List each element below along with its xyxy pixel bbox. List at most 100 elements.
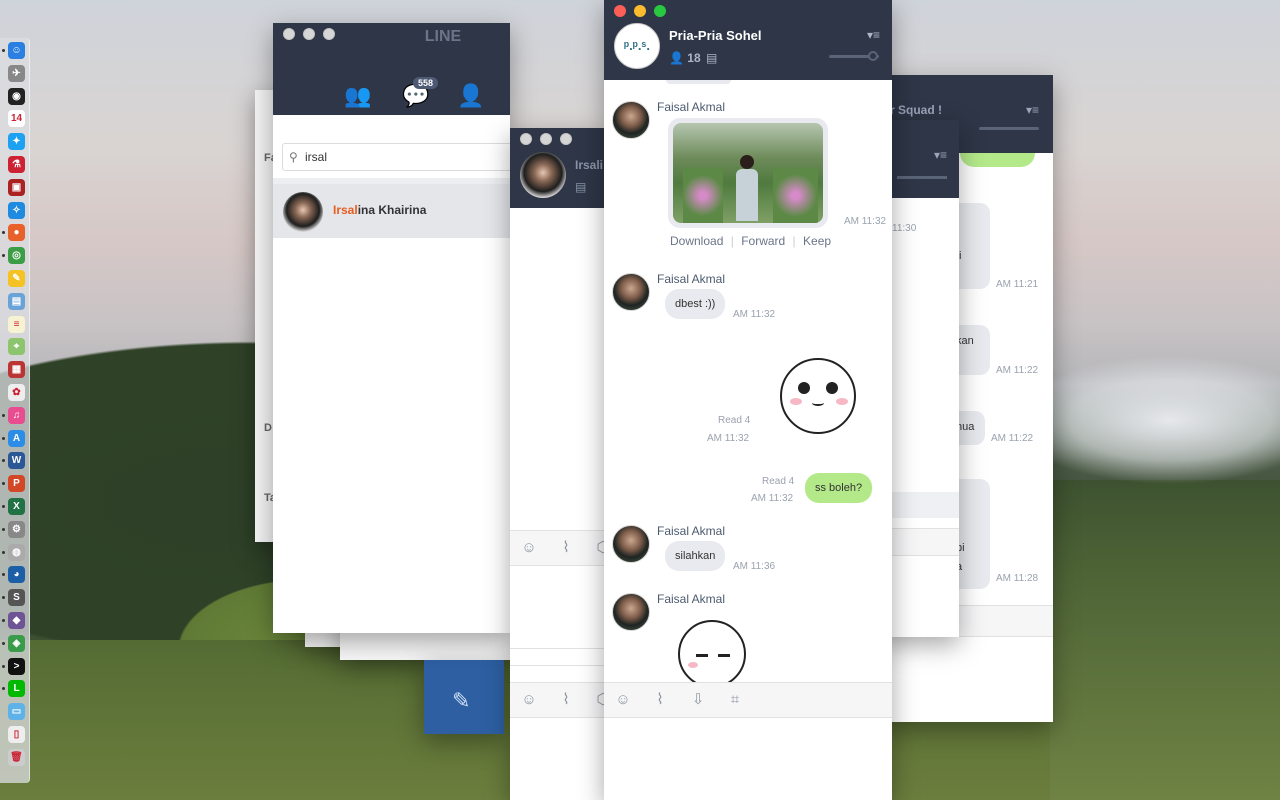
document-icon[interactable]: ▯ — [8, 726, 25, 743]
photo-booth-icon[interactable]: ▣ — [8, 178, 25, 196]
sender-avatar[interactable] — [612, 593, 650, 631]
line-main-window[interactable]: LINE 👥 💬558 👤 ⚲ irsal Friends (1) Irsali… — [273, 23, 510, 633]
message-time: AM 11:22 — [996, 365, 1039, 376]
firefox-icon[interactable]: ● — [8, 224, 25, 242]
message-bubble[interactable]: dbest :)) — [665, 289, 726, 319]
itunes-icon[interactable]: ♫ — [8, 406, 25, 424]
compose-window[interactable]: ✎ — [424, 660, 504, 734]
instruments-icon[interactable]: ⚗ — [8, 156, 25, 173]
attach-icon[interactable]: ⌇ — [651, 691, 669, 709]
notes-icon[interactable]: ≡ — [8, 315, 25, 333]
running-indicator — [2, 436, 5, 440]
screenshot-icon[interactable]: ⌗ — [726, 691, 744, 709]
emoji-icon[interactable]: ☺ — [520, 691, 538, 709]
running-indicator — [2, 459, 5, 463]
menu-icon[interactable]: ▾≡ — [1026, 103, 1039, 117]
close-button[interactable] — [520, 133, 532, 145]
sender-avatar[interactable] — [612, 273, 650, 311]
dashboard-icon[interactable]: ◉ — [8, 87, 25, 105]
powerpoint-icon[interactable]: P — [8, 475, 25, 493]
message-time: AM 11:32 — [707, 433, 750, 444]
line-icon[interactable]: L — [8, 680, 25, 698]
attach-icon[interactable]: ⌇ — [557, 691, 575, 709]
add-friend-tab-icon[interactable]: 👤 — [456, 83, 486, 113]
excel-icon[interactable]: X — [8, 498, 25, 515]
friends-tab-icon[interactable]: 👥 — [343, 83, 373, 113]
notes-icon[interactable]: ▤ — [575, 180, 586, 194]
twitter-icon[interactable]: ✦ — [8, 133, 25, 151]
middle-chat-window[interactable]: Irsali ▤ ☺ ⌇ ⬡ ☺ ⌇ ⬡ — [510, 128, 605, 800]
members-icon: 👤 — [669, 51, 684, 65]
menu-icon[interactable]: ▾≡ — [867, 28, 880, 42]
word-icon[interactable]: W — [8, 452, 25, 470]
terminal-icon[interactable]: > — [8, 657, 25, 675]
safari-icon[interactable]: ✧ — [8, 201, 25, 219]
tweetbot-icon[interactable]: ◕ — [8, 566, 25, 584]
sender-name: Faisal Akmal — [657, 100, 726, 114]
trash-icon[interactable]: 🗑 — [8, 748, 25, 766]
image-message[interactable] — [668, 118, 828, 228]
sticker-message[interactable] — [678, 620, 746, 688]
window-controls[interactable] — [520, 133, 572, 145]
sourcetree-icon[interactable]: ◈ — [8, 634, 25, 652]
disk-utility-icon[interactable]: ◍ — [8, 543, 25, 561]
notes-icon[interactable]: ▤ — [706, 51, 717, 65]
emoji-icon[interactable]: ☺ — [520, 539, 538, 557]
running-indicator — [2, 413, 5, 417]
running-indicator — [2, 550, 5, 554]
sender-avatar[interactable] — [612, 101, 650, 139]
search-input[interactable]: ⚲ irsal — [282, 143, 510, 171]
calendar-icon[interactable]: 14 — [8, 110, 25, 128]
app-store-icon[interactable]: A — [8, 429, 25, 447]
image-actions: Download | Forward | Keep — [670, 234, 832, 248]
friend-row[interactable]: Irsalina Khairina — [273, 184, 510, 238]
zoom-button[interactable] — [654, 5, 666, 17]
forward-link[interactable]: Forward — [741, 234, 785, 248]
finder-icon[interactable]: ☺ — [8, 42, 25, 59]
zoom-button[interactable] — [560, 133, 572, 145]
group-avatar[interactable]: ᵖ.ᵖ.ˢ. — [614, 23, 660, 69]
keep-icon[interactable]: ⇩ — [689, 691, 707, 709]
close-button[interactable] — [614, 5, 626, 17]
chats-tab-icon[interactable]: 💬 558 — [401, 77, 439, 113]
group-chat-window[interactable]: ᵖ.ᵖ.ˢ. Pria-Pria Sohel 👤 18 ▤ ▾≡ Faisal … — [604, 0, 892, 800]
keep-link[interactable]: Keep — [803, 234, 831, 248]
menu-icon[interactable]: ▾≡ — [934, 148, 947, 162]
message-time: AM 11:32 — [733, 309, 776, 320]
fog-bank — [1050, 300, 1280, 500]
folder-icon[interactable]: ▭ — [8, 703, 25, 721]
tips-icon[interactable]: ✎ — [8, 270, 25, 287]
message-input[interactable] — [604, 718, 892, 800]
photos-icon[interactable]: ✿ — [8, 384, 25, 401]
system-preferences-icon[interactable]: ⚙ — [8, 520, 25, 538]
launchpad-icon[interactable]: ✈ — [8, 64, 25, 82]
running-indicator — [2, 641, 5, 645]
window-controls[interactable] — [614, 5, 666, 17]
message-bubble[interactable]: ss boleh? — [805, 473, 873, 503]
sublime-text-icon[interactable]: S — [8, 589, 25, 607]
download-link[interactable]: Download — [670, 234, 723, 248]
dock: ☺ ✈ ◉ 14 ✦ ⚗ ▣ ✧ ● ◎ ✎ ▤ ≡ ⌖ ▦ ✿ ♫ A W P X ⚙ ◍ ◕ S ◆ ◈ > L ▭ ▯ 🗑 — [0, 38, 30, 783]
github-icon[interactable]: ◆ — [8, 612, 25, 629]
preview-icon[interactable]: ▤ — [8, 292, 25, 310]
message-time: AM 11:36 — [733, 561, 776, 572]
emoji-icon[interactable]: ☺ — [614, 691, 632, 709]
sender-name: Faisal Akmal — [657, 524, 726, 538]
sticker-message[interactable] — [780, 358, 856, 434]
slider-knob[interactable] — [868, 51, 878, 61]
sender-avatar[interactable] — [612, 525, 650, 563]
attach-icon[interactable]: ⌇ — [557, 539, 575, 557]
photo-icon[interactable]: ▦ — [8, 361, 25, 379]
running-indicator — [2, 254, 5, 258]
app-title: LINE — [424, 28, 462, 45]
minimize-button[interactable] — [540, 133, 552, 145]
running-indicator — [2, 527, 5, 531]
minimize-button[interactable] — [634, 5, 646, 17]
group-name: Pria-Pria Sohel — [669, 28, 762, 43]
maps-icon[interactable]: ⌖ — [8, 338, 25, 356]
message-time: AM 11:22 — [991, 433, 1034, 444]
chrome-icon[interactable]: ◎ — [8, 247, 25, 265]
message-bubble[interactable]: silahkan — [665, 541, 726, 571]
member-count[interactable]: 👤 18 — [669, 51, 701, 65]
compose-icon[interactable]: ✎ — [452, 688, 470, 714]
